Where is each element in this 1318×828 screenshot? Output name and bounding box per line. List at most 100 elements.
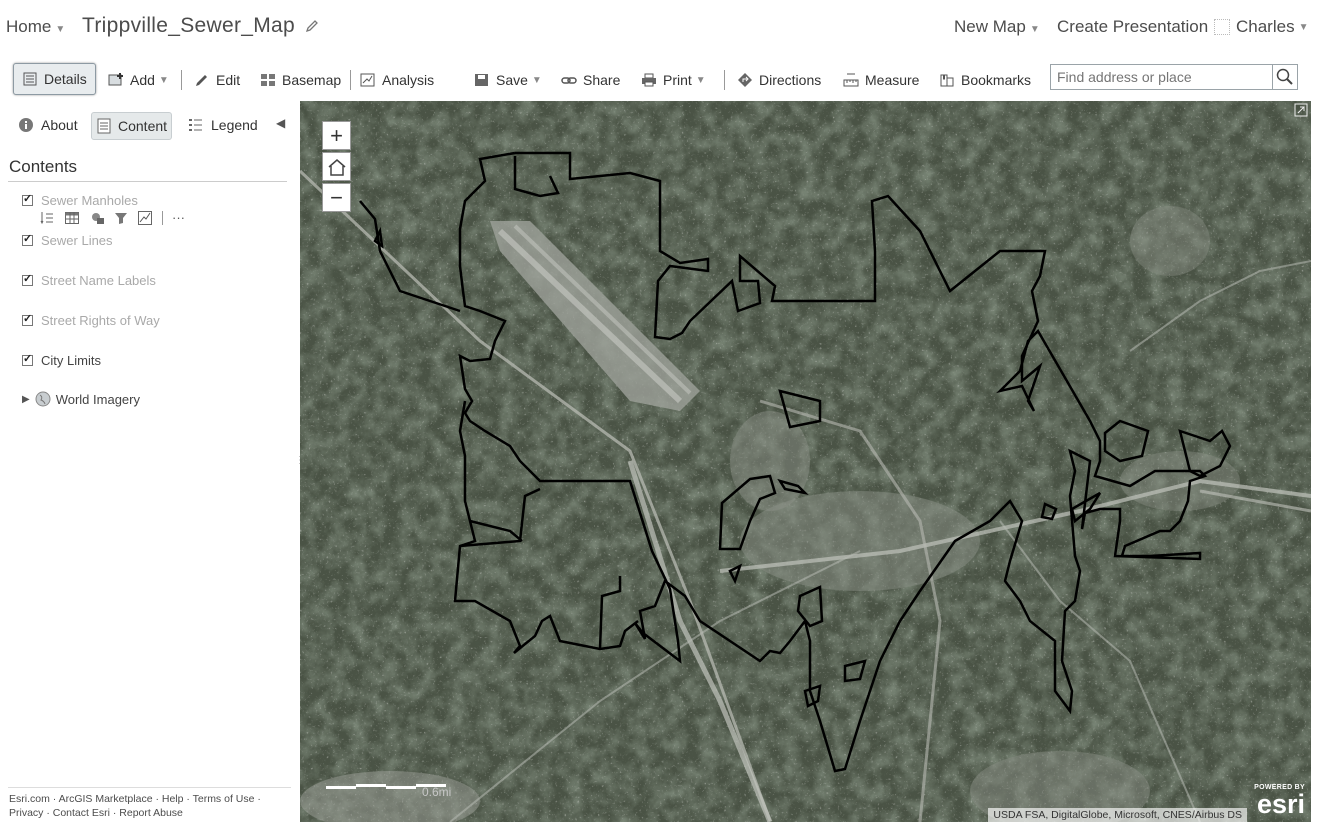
divider bbox=[724, 70, 725, 90]
save-button[interactable]: Save ▼ bbox=[474, 66, 542, 94]
user-menu[interactable]: Charles ▼ bbox=[1214, 17, 1309, 37]
directions-button[interactable]: Directions bbox=[737, 66, 821, 94]
pencil-icon bbox=[196, 75, 207, 86]
search-button[interactable] bbox=[1272, 64, 1298, 90]
map-attribution: USDA FSA, DigitalGlobe, Microsoft, CNES/… bbox=[988, 808, 1247, 822]
measure-icon bbox=[843, 73, 859, 87]
print-label: Print bbox=[663, 72, 692, 88]
satellite-imagery bbox=[300, 101, 1311, 822]
basemap-label: Basemap bbox=[282, 72, 342, 88]
chevron-down-icon: ▼ bbox=[531, 74, 542, 86]
analysis-button[interactable]: Analysis bbox=[360, 66, 434, 94]
measure-label: Measure bbox=[865, 72, 920, 88]
divider bbox=[8, 787, 291, 788]
add-icon bbox=[108, 73, 123, 86]
divider bbox=[350, 70, 351, 90]
filter-icon[interactable] bbox=[114, 211, 128, 225]
zoom-out-icon: − bbox=[330, 184, 343, 210]
measure-button[interactable]: Measure bbox=[843, 66, 919, 94]
change-style-icon[interactable] bbox=[90, 211, 104, 225]
layer-world-imagery[interactable]: ▶ World Imagery bbox=[22, 390, 140, 408]
panel-resize-handle[interactable]: ⋮ bbox=[295, 455, 305, 469]
print-button[interactable]: Print ▼ bbox=[641, 66, 706, 94]
expand-map-icon[interactable] bbox=[1294, 103, 1308, 117]
map-title: Trippville_Sewer_Map bbox=[82, 14, 295, 37]
layer-label: Street Name Labels bbox=[41, 272, 156, 288]
layer-label: Sewer Manholes bbox=[41, 192, 138, 208]
directions-icon bbox=[738, 73, 752, 87]
home-menu[interactable]: Home ▼ bbox=[6, 17, 65, 37]
footer-line-1[interactable]: Esri.com · ArcGIS Marketplace · Help · T… bbox=[9, 792, 294, 806]
save-label: Save bbox=[496, 72, 528, 88]
home-extent-button[interactable] bbox=[322, 152, 351, 181]
tab-about-label: About bbox=[41, 117, 78, 133]
esri-logo-text: esri bbox=[1256, 789, 1305, 819]
info-icon bbox=[19, 118, 33, 132]
bookmarks-label: Bookmarks bbox=[961, 72, 1032, 88]
show-legend-icon[interactable] bbox=[40, 211, 54, 225]
zoom-in-button[interactable]: + bbox=[322, 121, 351, 150]
analysis-icon bbox=[360, 73, 375, 87]
layer-checkbox[interactable] bbox=[22, 352, 33, 366]
layer-sewer-lines[interactable]: Sewer Lines bbox=[22, 231, 113, 249]
scale-bar bbox=[326, 777, 448, 789]
create-presentation-label: Create Presentation bbox=[1057, 17, 1209, 36]
edit-button[interactable]: Edit bbox=[194, 66, 240, 94]
tab-content-label: Content bbox=[118, 118, 168, 134]
share-button[interactable]: Share bbox=[561, 66, 620, 94]
esri-logo[interactable]: POWERED BY esri bbox=[1247, 784, 1305, 820]
chevron-down-icon: ▼ bbox=[158, 74, 169, 86]
layer-city-limits[interactable]: City Limits bbox=[22, 351, 101, 369]
map-title-area: Trippville_Sewer_Map bbox=[82, 14, 320, 38]
add-button[interactable]: Add ▼ bbox=[108, 66, 169, 94]
tab-content[interactable]: Content bbox=[91, 112, 173, 140]
basemap-icon bbox=[261, 74, 275, 86]
layer-label: City Limits bbox=[41, 352, 101, 368]
footer-links[interactable]: Esri.com · ArcGIS Marketplace · Help · T… bbox=[9, 792, 294, 820]
divider bbox=[162, 211, 163, 225]
chevron-down-icon: ▼ bbox=[1298, 21, 1309, 33]
divider bbox=[181, 70, 182, 90]
layer-street-rights-of-way[interactable]: Street Rights of Way bbox=[22, 311, 160, 329]
layer-checkbox[interactable] bbox=[22, 312, 33, 326]
zoom-out-button[interactable]: − bbox=[322, 183, 351, 212]
layer-label: Street Rights of Way bbox=[41, 312, 160, 328]
layer-street-name-labels[interactable]: Street Name Labels bbox=[22, 271, 156, 289]
tab-about[interactable]: About bbox=[18, 112, 78, 138]
link-icon bbox=[561, 77, 577, 84]
search-input[interactable] bbox=[1050, 64, 1272, 90]
layer-checkbox[interactable] bbox=[22, 192, 33, 206]
create-presentation-link[interactable]: Create Presentation bbox=[1057, 17, 1208, 37]
directions-label: Directions bbox=[759, 72, 822, 88]
edit-label: Edit bbox=[216, 72, 241, 88]
details-button[interactable]: Details bbox=[13, 63, 96, 95]
pencil-icon[interactable] bbox=[304, 18, 320, 34]
layer-sewer-manholes[interactable]: Sewer Manholes bbox=[22, 191, 138, 209]
layer-checkbox[interactable] bbox=[22, 232, 33, 246]
expand-arrow-icon[interactable]: ▶ bbox=[22, 394, 30, 405]
new-map-menu[interactable]: New Map ▼ bbox=[954, 17, 1040, 37]
divider bbox=[8, 181, 287, 182]
layer-checkbox[interactable] bbox=[22, 272, 33, 286]
globe-icon bbox=[35, 391, 51, 407]
bookmarks-button[interactable]: Bookmarks bbox=[939, 66, 1031, 94]
home-icon bbox=[328, 158, 345, 176]
top-header: Home ▼ Trippville_Sewer_Map New Map ▼ Crea… bbox=[0, 0, 1318, 52]
tab-legend[interactable]: Legend bbox=[188, 112, 258, 138]
legend-icon bbox=[189, 119, 202, 131]
basemap-button[interactable]: Basemap bbox=[260, 66, 341, 94]
collapse-panel-icon[interactable]: ◀ bbox=[276, 116, 285, 130]
footer-line-2[interactable]: Privacy · Contact Esri · Report Abuse bbox=[9, 806, 294, 820]
share-label: Share bbox=[583, 72, 621, 88]
chevron-down-icon: ▼ bbox=[1029, 24, 1040, 35]
avatar bbox=[1214, 19, 1230, 35]
analysis-icon[interactable] bbox=[138, 211, 152, 225]
more-options-icon[interactable]: ··· bbox=[172, 210, 185, 225]
layer-label: World Imagery bbox=[55, 391, 140, 407]
layer-label: Sewer Lines bbox=[41, 232, 113, 248]
search-icon bbox=[1276, 68, 1293, 85]
bookmark-icon bbox=[940, 74, 954, 87]
table-icon[interactable] bbox=[65, 211, 79, 225]
map-view[interactable]: + − 0.6mi USDA FSA, DigitalGlobe, Micros… bbox=[300, 101, 1311, 822]
scale-label: 0.6mi bbox=[422, 785, 452, 799]
